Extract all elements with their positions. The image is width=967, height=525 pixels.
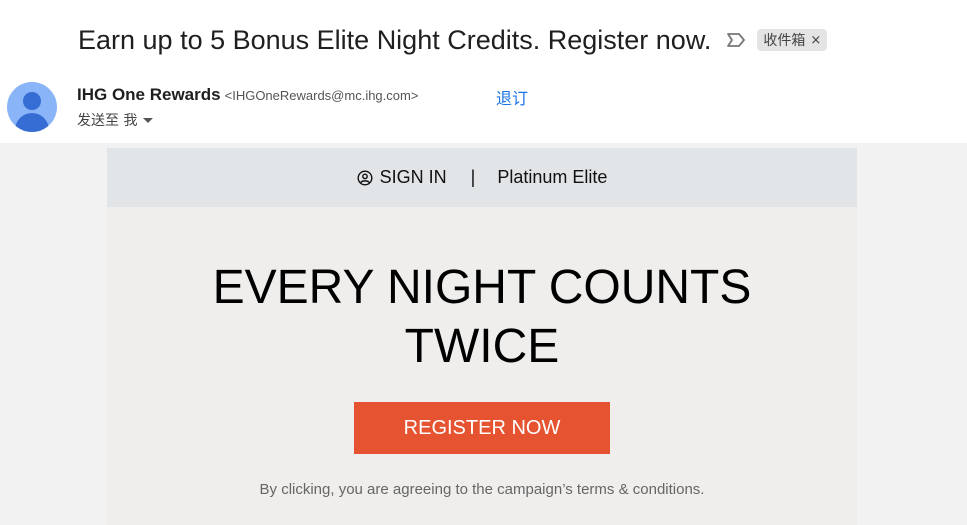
user-avatar-icon: [7, 82, 57, 132]
topbar-separator: |: [470, 167, 476, 187]
recipient-details[interactable]: 发送至 我: [77, 110, 154, 130]
email-content: SIGN IN | Platinum Elite EVERY NIGHT COU…: [107, 148, 857, 525]
email-subject: Earn up to 5 Bonus Elite Night Credits. …: [78, 24, 712, 55]
inbox-label-text: 收件箱: [763, 33, 806, 49]
headline-line-1: EVERY NIGHT COUNTS: [212, 261, 752, 314]
terms-disclaimer: By clicking, you are agreeing to the cam…: [259, 481, 705, 498]
headline: EVERY NIGHT COUNTS TWICE: [107, 258, 857, 376]
email-topbar: SIGN IN | Platinum Elite: [107, 148, 857, 207]
importance-marker-icon[interactable]: [725, 29, 747, 51]
sign-in-label: SIGN IN: [379, 167, 447, 187]
inbox-label-chip: 收件箱 ×: [757, 29, 828, 51]
headline-line-2: TWICE: [404, 320, 560, 373]
user-circle-icon: [357, 169, 373, 186]
email-view: Earn up to 5 Bonus Elite Night Credits. …: [0, 0, 967, 525]
sender-line: IHG One Rewards <IHGOneRewards@mc.ihg.co…: [77, 85, 418, 105]
unsubscribe-link[interactable]: 退订: [496, 85, 528, 109]
sign-in-link[interactable]: SIGN IN: [357, 167, 447, 188]
subject-row: Earn up to 5 Bonus Elite Night Credits. …: [78, 22, 828, 58]
member-tier: Platinum Elite: [497, 167, 608, 187]
caret-down-icon[interactable]: [143, 117, 154, 123]
to-line-text: 发送至 我: [77, 113, 138, 129]
register-now-button[interactable]: REGISTER NOW: [354, 402, 610, 454]
sender-email: <IHGOneRewards@mc.ihg.com>: [224, 88, 419, 103]
remove-label-icon[interactable]: ×: [810, 33, 821, 48]
sender-name: IHG One Rewards: [77, 85, 221, 104]
